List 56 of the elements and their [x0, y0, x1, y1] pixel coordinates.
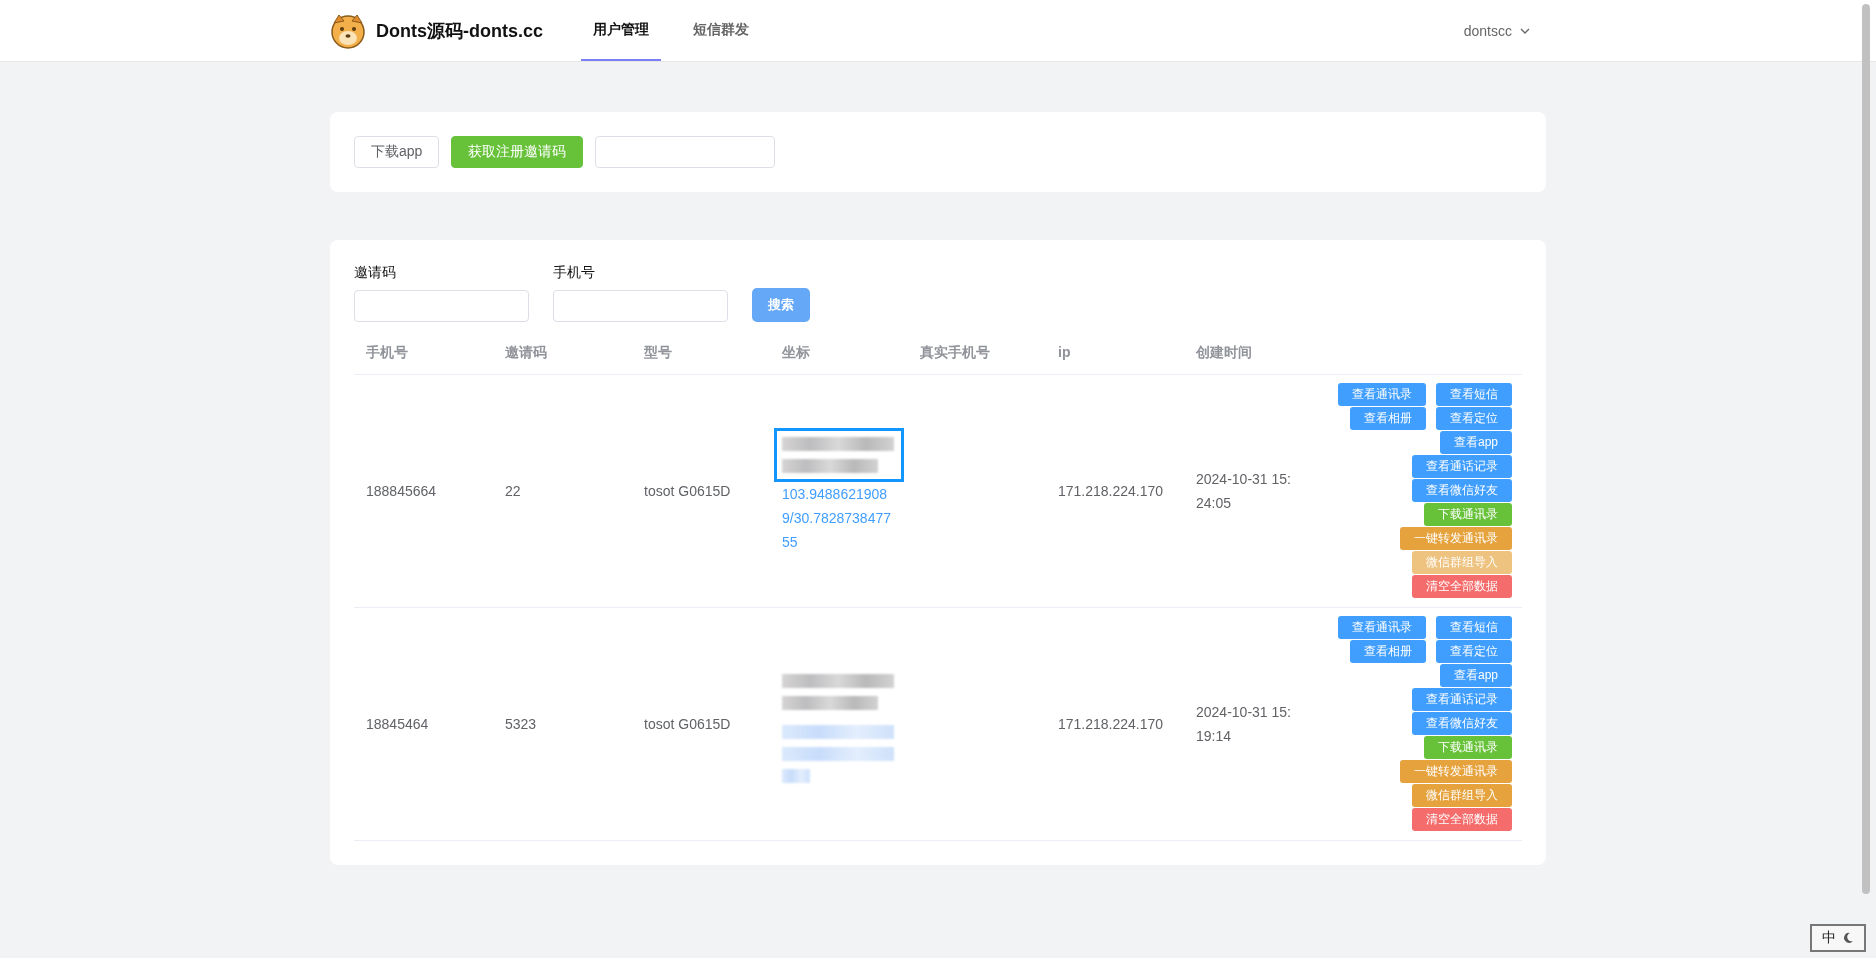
- column-header: 邀请码: [493, 332, 632, 375]
- column-header: 创建时间: [1184, 332, 1322, 375]
- filter-field[interactable]: [354, 290, 529, 322]
- table-cell-text: 171.218.224.170: [1058, 482, 1164, 501]
- table-cell-text: 2024-10-31 15:19:14: [1196, 703, 1292, 746]
- action-button[interactable]: 查看短信: [1436, 616, 1512, 639]
- action-button[interactable]: 查看定位: [1436, 640, 1512, 663]
- action-button[interactable]: 查看通话记录: [1412, 455, 1512, 478]
- action-button[interactable]: 查看微信好友: [1412, 479, 1512, 502]
- nav-tab[interactable]: 短信群发: [681, 0, 761, 61]
- action-button[interactable]: 查看通讯录: [1338, 616, 1426, 639]
- action-button[interactable]: 一键转发通讯录: [1400, 527, 1512, 550]
- search-button[interactable]: 搜索: [752, 288, 810, 322]
- table-cell-text: tosot G0615D: [644, 715, 731, 734]
- action-button[interactable]: 查看app: [1439, 431, 1512, 454]
- action-button[interactable]: 微信群组导入: [1412, 784, 1512, 807]
- column-header: 型号: [632, 332, 770, 375]
- chevron-down-icon[interactable]: [1520, 27, 1530, 34]
- action-button[interactable]: 查看微信好友: [1412, 712, 1512, 735]
- download-button[interactable]: 下载app: [354, 136, 440, 168]
- action-button[interactable]: 下载通讯录: [1424, 503, 1512, 526]
- action-button[interactable]: 一键转发通讯录: [1400, 760, 1512, 783]
- table-cell-text: 2024-10-31 15:24:05: [1196, 470, 1292, 513]
- user-menu[interactable]: dontscc: [1463, 22, 1512, 39]
- field-label: 手机号: [553, 264, 596, 282]
- action-button[interactable]: 查看通讯录: [1338, 383, 1426, 406]
- action-button[interactable]: 清空全部数据: [1412, 808, 1512, 831]
- field-label: 邀请码: [354, 264, 397, 282]
- table-cell-text: 22: [505, 482, 521, 501]
- nav-tab[interactable]: 用户管理: [581, 0, 661, 61]
- column-header: ip: [1046, 332, 1184, 375]
- table-cell-text: 18845464: [366, 715, 429, 734]
- ime-mode-label[interactable]: 中: [1822, 929, 1836, 947]
- action-button[interactable]: 下载通讯录: [1424, 736, 1512, 759]
- table-cell-text: 188845664: [366, 482, 437, 501]
- column-header: 坐标: [770, 332, 908, 375]
- action-button[interactable]: 清空全部数据: [1412, 575, 1512, 598]
- column-header: 真实手机号: [908, 332, 1046, 375]
- filter-field[interactable]: [553, 290, 728, 322]
- action-button[interactable]: 查看短信: [1436, 383, 1512, 406]
- action-button[interactable]: 查看app: [1439, 664, 1512, 687]
- dog-logo-icon: [330, 12, 366, 49]
- action-button[interactable]: 查看通话记录: [1412, 688, 1512, 711]
- table-cell-text: tosot G0615D: [644, 482, 731, 501]
- action-button[interactable]: 查看定位: [1436, 407, 1512, 430]
- brand-name: Donts源码-donts.cc: [376, 19, 543, 43]
- table-cell-text: 171.218.224.170: [1058, 715, 1164, 734]
- column-header: 手机号: [354, 332, 493, 375]
- get-invite-code-button[interactable]: 获取注册邀请码: [451, 136, 584, 168]
- scrollbar[interactable]: [1862, 4, 1870, 894]
- table-cell-text: 5323: [505, 715, 537, 734]
- moon-icon[interactable]: [1842, 932, 1854, 944]
- action-button[interactable]: 查看相册: [1350, 407, 1426, 430]
- action-button[interactable]: 查看相册: [1350, 640, 1426, 663]
- coordinates-link[interactable]: 103.94886219089/30.782873847755: [782, 482, 896, 554]
- invite-code-output-field[interactable]: [595, 136, 776, 168]
